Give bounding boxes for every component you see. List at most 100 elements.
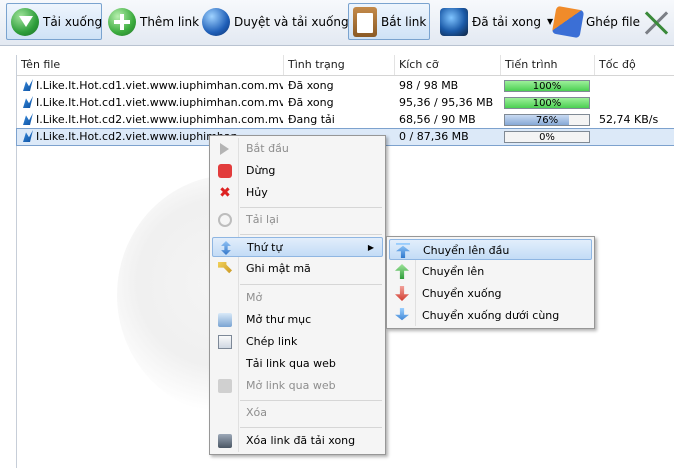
progress-text: 0%: [539, 132, 555, 143]
file-icon: [23, 130, 33, 142]
table-row[interactable]: I.Like.It.Hot.cd2.viet.www.iuphimhan.com…: [17, 112, 674, 128]
menu-item-label: Dừng: [246, 164, 276, 177]
menu-item-download-web[interactable]: Tải link qua web: [212, 354, 383, 374]
size-cell: 95,36 / 95,36 MB: [399, 96, 494, 109]
list-header: Tên file Tình trạng Kích cỡ Tiến trình T…: [17, 55, 674, 76]
menu-item-label: Chuyển xuống dưới cùng: [422, 309, 560, 322]
folder-icon: [218, 313, 232, 327]
globe-icon: [202, 7, 230, 36]
column-header-size[interactable]: Kích cỡ: [395, 55, 501, 75]
web-icon: [218, 379, 232, 393]
add-link-button[interactable]: Thêm link: [104, 3, 200, 40]
close-icon: ✖: [219, 185, 231, 201]
size-cell: 0 / 87,36 MB: [399, 130, 469, 143]
column-header-status[interactable]: Tình trạng: [284, 55, 395, 75]
file-name: I.Like.It.Hot.cd1.viet.www.iuphimhan.com…: [36, 79, 283, 92]
download-label: Tải xuống: [43, 14, 103, 29]
file-name-cell: I.Like.It.Hot.cd2.viet.www.iuphimhan.com…: [19, 112, 283, 128]
menu-item-order[interactable]: Thứ tự ▶: [212, 237, 383, 257]
download-icon: [11, 7, 39, 36]
file-icon: [23, 113, 33, 125]
merge-icon: [551, 5, 585, 38]
menu-separator: [240, 234, 382, 235]
menu-item-start[interactable]: Bắt đầu: [212, 139, 383, 159]
menu-separator: [240, 427, 382, 428]
merge-file-button[interactable]: Ghép file: [550, 3, 640, 40]
column-header-filename[interactable]: Tên file: [17, 55, 284, 75]
tools-button[interactable]: [638, 3, 672, 40]
speed-cell: [595, 78, 674, 94]
status-cell: Đang tải: [288, 113, 335, 126]
menu-item-label: Chép link: [246, 335, 298, 348]
context-menu: Bắt đầu Dừng ✖ Hủy Tải lại Thứ tự ▶ Ghi mậ…: [209, 135, 386, 455]
menu-separator: [240, 400, 382, 401]
progress-text: 100%: [532, 98, 562, 109]
progress-text: 100%: [532, 81, 562, 92]
menu-item-cancel[interactable]: ✖ Hủy: [212, 183, 383, 203]
size-cell: 68,56 / 90 MB: [399, 113, 476, 126]
move-down-icon: [395, 286, 409, 301]
file-icon: [23, 79, 33, 91]
submenu-item-move-up[interactable]: Chuyển lên: [389, 261, 592, 282]
file-name-cell: I.Like.It.Hot.cd1.viet.www.iuphimhan.com…: [19, 95, 283, 111]
progress-bar: 0%: [504, 131, 590, 143]
browse-download-label: Duyệt và tải xuống: [234, 14, 349, 29]
menu-item-label: Mở link qua web: [246, 379, 336, 392]
menu-item-delete-finished[interactable]: Xóa link đã tải xong: [212, 431, 383, 451]
tools-icon: [642, 8, 670, 36]
menu-item-label: Mở: [246, 291, 263, 304]
submenu-item-move-bottom[interactable]: Chuyển xuống dưới cùng: [389, 305, 592, 326]
column-header-speed[interactable]: Tốc độ: [595, 55, 674, 75]
size-cell: 98 / 98 MB: [399, 79, 459, 92]
file-name-cell: I.Like.It.Hot.cd1.viet.www.iuphimhan.com…: [19, 78, 283, 94]
speed-cell: [595, 95, 674, 111]
table-row[interactable]: I.Like.It.Hot.cd1.viet.www.iuphimhan.com…: [17, 78, 674, 94]
progress-text: 76%: [535, 115, 559, 126]
menu-item-label: Thứ tự: [247, 241, 283, 254]
menu-item-delete[interactable]: Xóa: [212, 403, 383, 423]
menu-item-open[interactable]: Mở: [212, 288, 383, 308]
menu-item-label: Bắt đầu: [246, 142, 289, 155]
table-row[interactable]: I.Like.It.Hot.cd1.viet.www.iuphimhan.com…: [17, 95, 674, 111]
play-icon: [220, 143, 229, 155]
column-header-progress[interactable]: Tiến trình: [501, 55, 595, 75]
menu-item-label: Chuyển lên: [422, 265, 485, 278]
move-bottom-icon: [395, 308, 409, 321]
menu-item-open-web[interactable]: Mở link qua web: [212, 376, 383, 396]
speed-cell: 52,74 KB/s: [599, 113, 659, 126]
reload-icon: [218, 213, 232, 227]
sort-icon: [221, 241, 231, 255]
status-cell: Đã xong: [288, 96, 334, 109]
merge-file-label: Ghép file: [586, 14, 640, 29]
speed-cell: [595, 129, 674, 145]
menu-item-label: Chuyển lên đầu: [423, 244, 510, 257]
submenu-item-move-top[interactable]: Chuyển lên đầu: [389, 239, 592, 260]
menu-item-label: Ghi mật mã: [246, 262, 311, 275]
add-link-label: Thêm link: [140, 14, 200, 29]
file-name: I.Like.It.Hot.cd2.viet.www.iuphimhan: [36, 130, 238, 143]
download-button[interactable]: Tải xuống: [6, 3, 102, 40]
menu-item-password[interactable]: Ghi mật mã: [212, 259, 383, 279]
plus-icon: [108, 7, 136, 36]
catch-link-button[interactable]: Bắt link: [348, 3, 430, 40]
key-icon: [218, 262, 232, 274]
menu-item-label: Tải lại: [246, 213, 279, 226]
toolbar: Tải xuống Thêm link Duyệt và tải xuống B…: [0, 0, 674, 46]
progress-bar: 100%: [504, 97, 590, 109]
file-name: I.Like.It.Hot.cd1.viet.www.iuphimhan.com…: [36, 96, 283, 109]
menu-item-label: Chuyển xuống: [422, 287, 502, 300]
stop-icon: [218, 164, 232, 178]
submenu-item-move-down[interactable]: Chuyển xuống: [389, 283, 592, 304]
menu-item-open-folder[interactable]: Mở thư mục: [212, 310, 383, 330]
file-icon: [23, 96, 33, 108]
menu-item-stop[interactable]: Dừng: [212, 161, 383, 181]
downloaded-label: Đã tải xong: [472, 14, 541, 29]
menu-item-reload[interactable]: Tải lại: [212, 210, 383, 230]
downloaded-dropdown[interactable]: Đã tải xong ▼: [436, 3, 553, 40]
menu-item-label: Xóa: [246, 406, 268, 419]
move-top-icon: [396, 243, 410, 258]
menu-item-copy-link[interactable]: Chép link: [212, 332, 383, 352]
catch-link-label: Bắt link: [381, 14, 427, 29]
browse-download-button[interactable]: Duyệt và tải xuống: [198, 3, 349, 40]
progress-bar: 100%: [504, 80, 590, 92]
